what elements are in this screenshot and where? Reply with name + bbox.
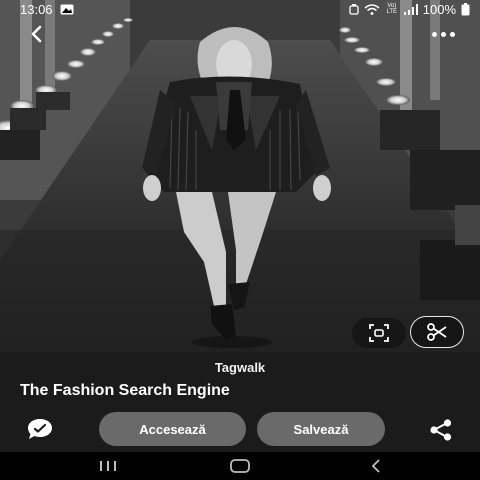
system-back-icon — [371, 459, 380, 473]
chevron-left-icon — [31, 25, 42, 43]
battery-icon — [461, 2, 470, 16]
more-dot — [440, 31, 446, 37]
save-button[interactable]: Salvează — [257, 412, 385, 446]
lens-scan-button[interactable] — [352, 318, 406, 348]
result-title[interactable]: The Fashion Search Engine — [20, 382, 230, 400]
network-type-label: Vo) LTE — [386, 3, 398, 15]
home-icon — [230, 459, 250, 473]
result-panel: Tagwalk The Fashion Search Engine Accese… — [0, 352, 480, 452]
comment-button[interactable] — [26, 417, 54, 441]
home-button[interactable] — [228, 458, 252, 474]
crop-button[interactable] — [410, 316, 464, 348]
more-dot — [449, 31, 455, 37]
gallery-icon — [60, 4, 74, 15]
scissors-icon — [427, 323, 447, 341]
wifi-icon — [364, 3, 380, 15]
access-button[interactable]: Accesează — [99, 412, 246, 446]
share-button[interactable] — [428, 418, 454, 442]
recent-apps-icon — [107, 461, 109, 471]
lens-scan-icon — [369, 324, 389, 342]
status-time: 13:06 — [20, 1, 53, 17]
alarm-icon — [349, 3, 359, 15]
status-bar: 13:06 Vo) LTE 100% — [0, 0, 480, 18]
more-options-button[interactable] — [428, 24, 458, 44]
share-icon — [430, 419, 452, 441]
recent-apps-button[interactable] — [96, 458, 120, 474]
recent-apps-icon — [114, 461, 116, 471]
recent-apps-icon — [100, 461, 102, 471]
battery-percent: 100% — [422, 1, 456, 17]
signal-icon — [403, 3, 418, 15]
comment-icon — [28, 419, 52, 439]
runway-photo — [0, 0, 480, 352]
more-dot — [431, 31, 437, 37]
system-navigation-bar — [0, 452, 480, 480]
system-back-button[interactable] — [366, 458, 386, 474]
result-source[interactable]: Tagwalk — [0, 360, 480, 375]
back-button[interactable] — [22, 20, 52, 48]
result-image[interactable] — [0, 0, 480, 352]
